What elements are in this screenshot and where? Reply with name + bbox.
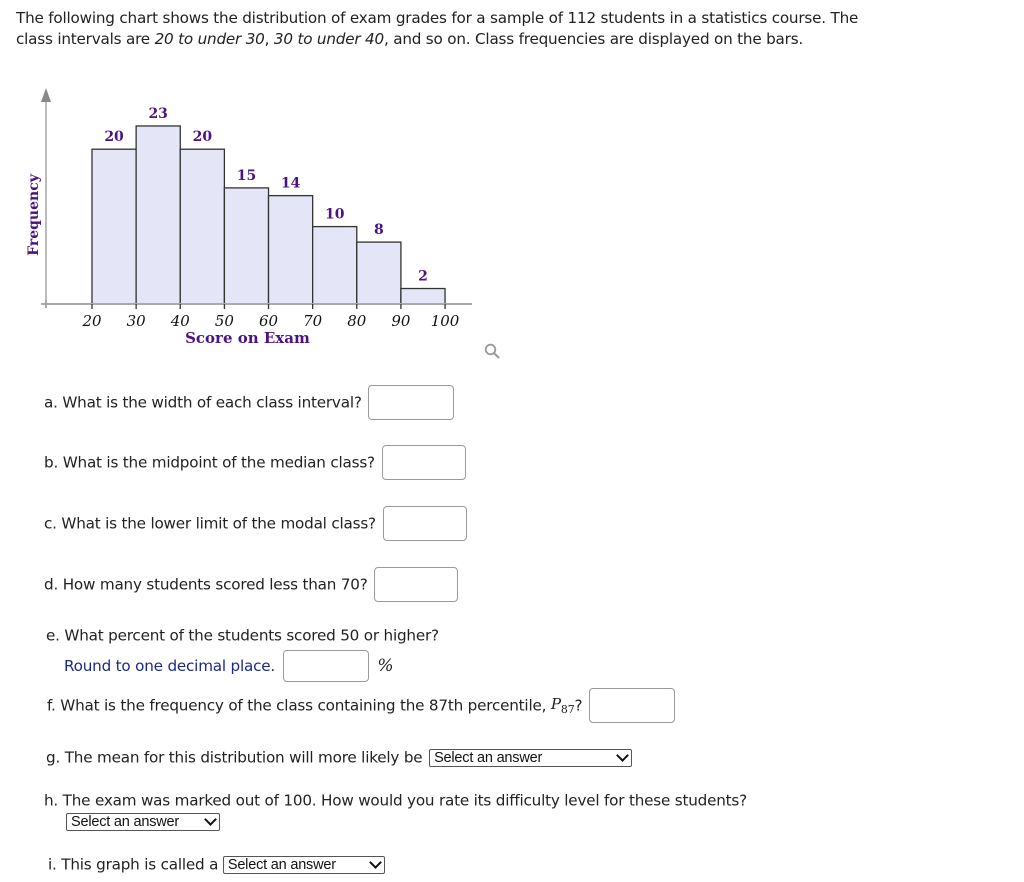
percentile-sub: 87	[560, 703, 575, 717]
question-c-label: c. What is the lower limit of the modal …	[44, 514, 376, 533]
x-tick-label: 50	[215, 312, 235, 330]
percentile-symbol: P87	[550, 694, 575, 717]
answer-d-input[interactable]	[374, 567, 459, 602]
question-d-label: d. How many students scored less than 70…	[44, 575, 368, 594]
y-axis-label: Frequency	[26, 173, 42, 256]
chevron-down-icon	[616, 748, 629, 762]
chevron-down-icon	[368, 855, 382, 869]
question-h: h. The exam was marked out of 100. How w…	[44, 791, 747, 810]
rounding-hint: Round to one decimal place.	[64, 657, 276, 675]
question-f-label: f. What is the frequency of the class co…	[47, 696, 551, 715]
answer-h-select[interactable]: Select an answer	[66, 812, 220, 831]
question-i: i. This graph is called a Select an answ…	[48, 855, 385, 874]
answer-e-input[interactable]	[282, 650, 369, 682]
histogram-chart: 20 23 20 15 14 10 8 2 20 30 40 50 60 70 80 90 100 Score…	[26, 88, 472, 347]
percentile-var: P	[550, 694, 561, 713]
x-tick-label: 70	[303, 312, 323, 330]
intro-interval-1: 20 to under 30	[154, 30, 265, 48]
bar-data-label: 10	[325, 207, 345, 223]
histogram-bar	[356, 241, 402, 305]
answer-i-select[interactable]: Select an answer	[222, 855, 385, 874]
question-g: g. The mean for this distribution will m…	[46, 748, 633, 767]
bar-data-label: 14	[281, 176, 301, 192]
problem-intro: The following chart shows the distributi…	[16, 8, 866, 50]
chevron-down-icon	[204, 812, 217, 826]
question-h-answer-row: Select an answer	[66, 812, 220, 831]
x-tick-label: 60	[259, 312, 279, 330]
bar-data-label: 8	[374, 222, 384, 238]
intro-interval-2: 30 to under 40	[273, 30, 384, 48]
question-h-label: h. The exam was marked out of 100. How w…	[44, 791, 747, 810]
answer-f-input[interactable]	[589, 688, 676, 723]
search-icon[interactable]	[484, 343, 500, 359]
y-axis-arrow-icon	[41, 88, 51, 102]
question-i-label: i. This graph is called a	[48, 855, 219, 874]
histogram-bar	[223, 187, 270, 305]
question-a-label: a. What is the width of each class inter…	[44, 393, 362, 412]
intro-sep: ,	[264, 30, 274, 48]
x-tick-label: 20	[81, 312, 102, 330]
x-tick-label: 90	[391, 312, 411, 330]
question-a: a. What is the width of each class inter…	[44, 385, 455, 420]
question-b-label: b. What is the midpoint of the median cl…	[44, 453, 375, 472]
histogram-bar	[179, 148, 226, 305]
question-d: d. How many students scored less than 70…	[44, 567, 459, 602]
question-e: e. What percent of the students scored 5…	[46, 626, 439, 645]
intro-text-end: , and so on. Class frequencies are displ…	[383, 30, 804, 48]
question-e-label: e. What percent of the students scored 5…	[46, 626, 439, 645]
question-b: b. What is the midpoint of the median cl…	[44, 445, 466, 480]
answer-g-select[interactable]: Select an answer	[429, 748, 633, 767]
bar-data-label: 20	[104, 129, 124, 145]
x-tick-label: 30	[127, 312, 147, 330]
x-tick-label: 80	[347, 312, 367, 330]
answer-a-input[interactable]	[368, 385, 455, 420]
histogram-bar	[311, 225, 358, 305]
histogram-bar	[400, 287, 446, 305]
x-axis-label: Score on Exam	[185, 329, 310, 347]
answer-c-input[interactable]	[382, 506, 467, 541]
answer-b-input[interactable]	[381, 445, 466, 480]
histogram-bar	[267, 194, 314, 305]
question-f-tail: ?	[574, 696, 583, 715]
bar-data-label: 20	[193, 129, 213, 145]
histogram-bar	[91, 148, 137, 305]
histogram-bar	[135, 125, 181, 305]
bar-data-label: 23	[148, 106, 167, 122]
percent-unit: %	[377, 656, 394, 676]
answer-g-select-value: Select an answer	[434, 749, 543, 766]
answer-i-select-value: Select an answer	[227, 856, 336, 873]
x-tick-label: 100	[431, 312, 460, 330]
question-e-answer-row: Round to one decimal place. %	[64, 650, 393, 682]
answer-h-select-value: Select an answer	[71, 813, 180, 830]
bar-data-label: 15	[237, 168, 256, 184]
x-tick-label: 40	[170, 312, 191, 330]
bar-data-label: 2	[418, 269, 428, 285]
question-c: c. What is the lower limit of the modal …	[44, 506, 467, 541]
question-f: f. What is the frequency of the class co…	[47, 688, 676, 723]
question-g-label: g. The mean for this distribution will m…	[46, 748, 423, 767]
